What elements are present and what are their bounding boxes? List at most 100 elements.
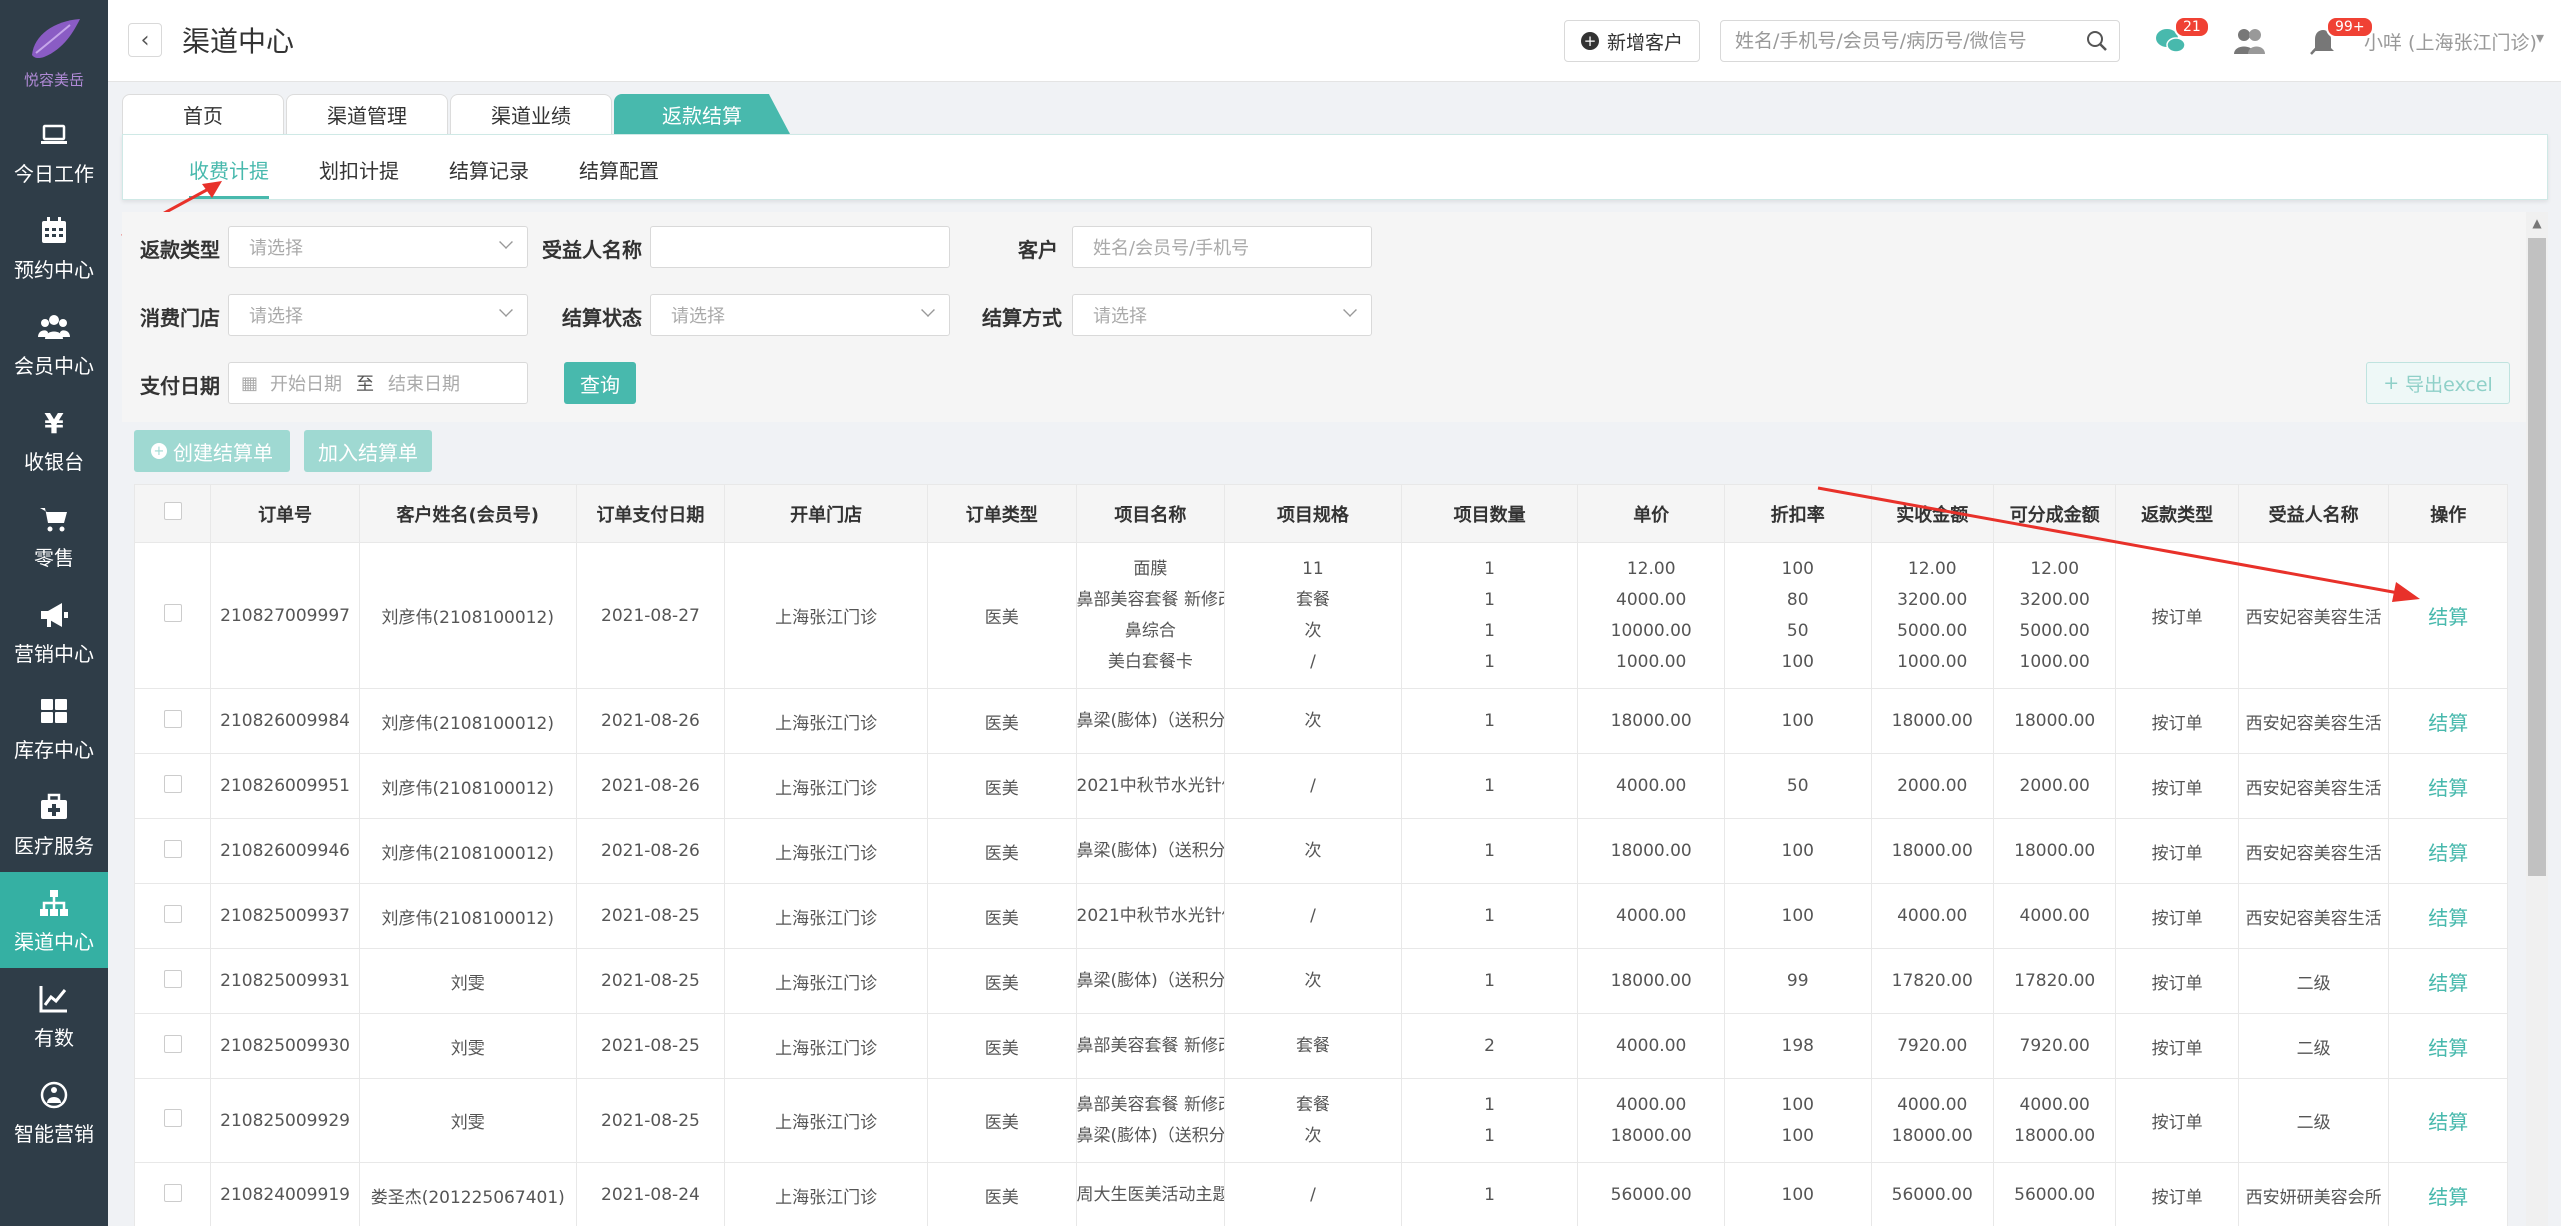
row-checkbox[interactable]	[163, 1109, 182, 1127]
action-cell: 结算	[2388, 753, 2508, 819]
new-customer-button[interactable]: + 新增客户	[1564, 20, 1700, 62]
row-checkbox[interactable]	[163, 709, 182, 728]
tab-0[interactable]: 首页	[122, 94, 284, 134]
sidebar-item-6[interactable]: 库存中心	[0, 680, 108, 776]
sidebar-item-8[interactable]: 渠道中心	[0, 872, 108, 968]
row-checkbox[interactable]	[163, 839, 182, 858]
sidebar-item-10[interactable]: 智能营销	[0, 1064, 108, 1160]
logo[interactable]: 悦容美岳	[0, 0, 108, 104]
settle-link[interactable]: 结算	[2428, 1036, 2468, 1060]
chevron-down-icon[interactable]: ▾	[2536, 28, 2544, 47]
share-amount: 7920.00	[1992, 1013, 2117, 1079]
notification-button[interactable]: 99+	[2300, 16, 2374, 64]
unit-price-line: 4000.00	[1616, 775, 1687, 796]
rebate-type: 按订单	[2115, 1013, 2239, 1079]
back-button[interactable]: ‹	[128, 23, 162, 57]
sidebar-item-2[interactable]: 会员中心	[0, 296, 108, 392]
start-date[interactable]: 开始日期	[270, 370, 342, 396]
chat-button[interactable]: 21	[2148, 16, 2210, 64]
sidebar-item-4[interactable]: 零售	[0, 488, 108, 584]
sidebar-item-label: 库存中心	[14, 737, 94, 762]
row-checkbox[interactable]	[163, 969, 182, 988]
sidebar-item-1[interactable]: 预约中心	[0, 200, 108, 296]
page-scrollbar-thumb[interactable]	[2528, 238, 2546, 876]
item-name-list: 2021中秋节水光针促销	[1077, 901, 1224, 932]
settle-method-select[interactable]: 请选择	[1072, 294, 1372, 336]
tab-3[interactable]: 返款结算	[614, 94, 790, 134]
item-spec-line: /	[1310, 905, 1316, 926]
tab-1[interactable]: 渠道管理	[286, 94, 448, 134]
settle-status-select[interactable]: 请选择	[650, 294, 950, 336]
settle-link[interactable]: 结算	[2428, 971, 2468, 995]
sub-nav: 收费计提 划扣计提 结算记录 结算配置	[122, 134, 2548, 200]
rebate-type: 按订单	[2115, 688, 2239, 754]
settle-link[interactable]: 结算	[2428, 605, 2468, 629]
customer-name: 刘彦伟(2108100012)	[358, 883, 577, 949]
unit-price: 4000.00	[1577, 753, 1725, 819]
discount-rate: 100	[1723, 688, 1872, 754]
rebate-type-value: 请选择	[249, 238, 303, 259]
paid-amount: 18000.00	[1870, 818, 1994, 884]
rebate-type-select[interactable]: 请选择	[228, 226, 528, 268]
team-button[interactable]	[2226, 18, 2272, 64]
end-date[interactable]: 结束日期	[388, 370, 460, 396]
action-cell: 结算	[2388, 1078, 2508, 1163]
row-checkbox[interactable]	[163, 1183, 182, 1202]
item-spec: 次	[1224, 818, 1402, 884]
sidebar-item-5[interactable]: 营销中心	[0, 584, 108, 680]
discount-rate-list: 198	[1725, 1031, 1870, 1062]
pay-date-range[interactable]: ▦ 开始日期 至 结束日期	[228, 362, 528, 404]
tab-2[interactable]: 渠道业绩	[450, 94, 612, 134]
query-button[interactable]: 查询	[564, 362, 636, 404]
create-statement-button[interactable]: + 创建结算单	[134, 430, 290, 472]
join-statement-button[interactable]: 加入结算单	[304, 430, 432, 472]
settle-link[interactable]: 结算	[2428, 711, 2468, 735]
row-checkbox[interactable]	[163, 604, 182, 622]
subtab-2[interactable]: 结算记录	[449, 155, 529, 196]
sidebar-item-9[interactable]: 有数	[0, 968, 108, 1064]
unit-price: 18000.00	[1577, 818, 1725, 884]
item-spec-line: 次	[1304, 840, 1322, 861]
sidebar-item-0[interactable]: 今日工作	[0, 104, 108, 200]
row-checkbox[interactable]	[163, 904, 182, 923]
share-amount-line: 4000.00	[2019, 1094, 2090, 1115]
item-qty-line: 1	[1484, 775, 1495, 796]
sidebar: 悦容美岳 今日工作 预约中心 会员中心 ¥ 收银台 零售 营销中心库存中心医疗服务 渠道中心有…	[0, 0, 108, 1226]
scroll-up-icon[interactable]: ▲	[2530, 216, 2544, 230]
discount-rate: 100 100	[1723, 1078, 1872, 1163]
item-qty-line: 1	[1484, 1184, 1495, 1205]
settle-link[interactable]: 结算	[2428, 906, 2468, 930]
subtab-3[interactable]: 结算配置	[579, 155, 659, 196]
settle-link[interactable]: 结算	[2428, 1185, 2468, 1209]
share-amount-list: 7920.00	[1994, 1031, 2114, 1062]
global-search-input[interactable]	[1721, 21, 2061, 61]
customer-input[interactable]: 姓名/会员号/手机号	[1072, 226, 1372, 268]
export-excel-button[interactable]: + 导出excel	[2366, 362, 2510, 404]
discount-rate: 100	[1723, 883, 1872, 949]
search-icon[interactable]	[2085, 29, 2109, 53]
row-checkbox[interactable]	[163, 774, 182, 793]
item-name: 2021中秋节水光针促销	[1075, 753, 1226, 819]
settle-link[interactable]: 结算	[2428, 841, 2468, 865]
sidebar-item-3[interactable]: ¥ 收银台	[0, 392, 108, 488]
column-header: 客户姓名(会员号)	[358, 484, 577, 543]
user-name[interactable]: 小咩 (上海张江门诊)	[2364, 28, 2537, 55]
subtab-1[interactable]: 划扣计提	[319, 155, 399, 196]
users-icon	[37, 310, 71, 344]
order-number: 210826009951	[210, 753, 360, 819]
unit-price-list: 12.00 4000.00 10000.00 1000.00	[1579, 554, 1724, 678]
row-checkbox[interactable]	[163, 1034, 182, 1053]
unit-price-list: 18000.00	[1579, 966, 1724, 997]
item-qty-line: 1	[1484, 710, 1495, 731]
calendar-icon	[37, 214, 71, 248]
settle-link[interactable]: 结算	[2428, 776, 2468, 800]
top-bar: ‹ 渠道中心 + 新增客户 21 99+ 小咩 (上海张江门诊) ▾	[108, 0, 2561, 82]
store-select[interactable]: 请选择	[228, 294, 528, 336]
select-all-checkbox[interactable]	[163, 502, 182, 520]
item-qty-line: 1	[1484, 651, 1495, 672]
sidebar-item-7[interactable]: 医疗服务	[0, 776, 108, 872]
item-name: 周大生医美活动主题	[1075, 1162, 1226, 1226]
settle-link[interactable]: 结算	[2428, 1110, 2468, 1134]
beneficiary-input[interactable]	[650, 226, 950, 268]
chevron-down-icon	[499, 303, 513, 317]
